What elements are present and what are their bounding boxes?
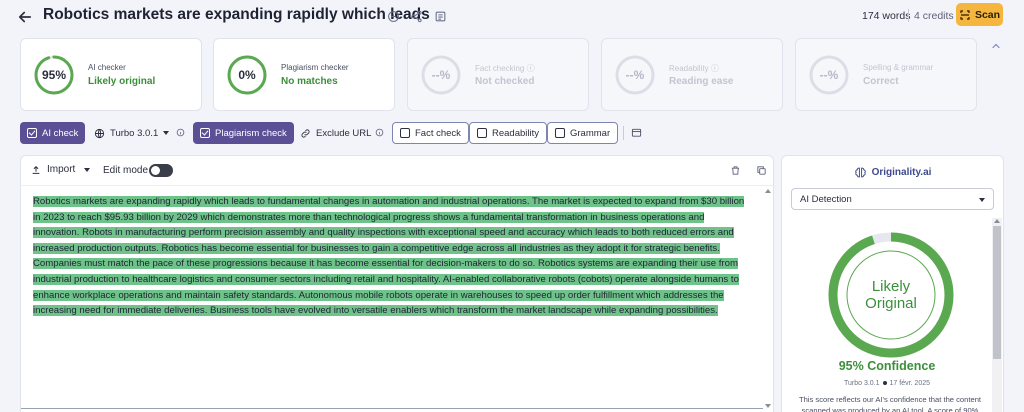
grammar-label: Grammar <box>570 127 611 139</box>
readability-card[interactable]: --% Readability ⓘ Reading ease <box>601 38 783 111</box>
confidence-score: 95% Confidence <box>838 359 936 373</box>
readability-score-value: --% <box>625 68 645 82</box>
checkbox-checked-icon <box>200 128 210 138</box>
document-text[interactable]: Robotics markets are expanding rapidly w… <box>33 194 753 319</box>
checkbox-icon <box>555 128 565 138</box>
import-label: Import <box>47 164 76 175</box>
ai-check-toggle[interactable]: AI check <box>20 122 86 144</box>
brain-icon <box>854 167 866 178</box>
readability-result: Reading ease <box>669 76 734 87</box>
add-circle-icon[interactable] <box>387 10 400 23</box>
scan-button-label: Scan <box>974 8 1001 21</box>
link-off-icon <box>301 128 310 138</box>
spelling-grammar-label: Spelling & grammar <box>863 63 934 72</box>
plagiarism-checker-card[interactable]: 0% Plagiarism checker No matches <box>213 38 395 111</box>
editor-toolbar: Import Edit mode <box>21 156 773 186</box>
upload-icon <box>32 165 40 174</box>
spelling-grammar-result: Correct <box>863 76 899 87</box>
plagiarism-check-toggle[interactable]: Plagiarism check <box>193 122 294 144</box>
plagiarism-check-label: Plagiarism check <box>215 127 287 139</box>
grammar-toggle[interactable]: Grammar <box>547 122 619 144</box>
plagiarism-checker-result: No matches <box>281 76 338 87</box>
ring-label-line1: Likely <box>871 278 911 295</box>
brand: Originality.ai <box>782 166 1003 179</box>
spelling-grammar-card[interactable]: --% Spelling & grammar Correct <box>795 38 977 111</box>
model-selector[interactable]: Turbo 3.0.1 <box>87 122 176 144</box>
document-title: Robotics markets are expanding rapidly w… <box>43 6 430 23</box>
detection-type-select[interactable]: AI Detection <box>791 188 994 210</box>
trash-icon[interactable] <box>730 165 741 176</box>
header: Robotics markets are expanding rapidly w… <box>0 0 1024 34</box>
info-icon: ⓘ <box>710 64 719 73</box>
copy-icon[interactable] <box>756 165 767 176</box>
fact-checking-label-text: Fact checking <box>475 64 525 73</box>
fact-check-toggle[interactable]: Fact check <box>392 122 469 144</box>
fact-score-value: --% <box>431 68 451 82</box>
scroll-up-arrow[interactable] <box>765 189 771 193</box>
divider <box>908 9 909 22</box>
checkbox-icon <box>477 128 487 138</box>
ai-checker-result: Likely original <box>88 76 156 87</box>
fact-checking-result: Not checked <box>475 76 535 87</box>
panel-scrollbar[interactable] <box>992 218 1002 412</box>
checkbox-checked-icon <box>27 128 37 138</box>
editor-scrollbar[interactable] <box>763 186 773 412</box>
ai-checker-card[interactable]: 95% AI checker Likely original <box>20 38 202 111</box>
ai-score-value: 95% <box>41 68 67 82</box>
ai-checker-label: AI checker <box>88 63 126 72</box>
chevron-down-icon <box>979 198 985 202</box>
results-panel: Originality.ai AI Detection Likely Origi… <box>781 155 1004 412</box>
report-icon[interactable] <box>434 10 447 23</box>
editor-divider <box>21 408 763 409</box>
dot-separator <box>882 381 887 386</box>
edit-mode-label: Edit mode <box>103 165 149 176</box>
detection-type-value: AI Detection <box>800 194 852 205</box>
back-arrow-icon[interactable] <box>16 8 34 26</box>
model-version: Turbo 3.0.1 <box>843 380 880 387</box>
info-icon[interactable] <box>375 128 384 137</box>
import-button[interactable]: Import <box>31 164 91 175</box>
chevron-down-icon <box>84 167 91 172</box>
scan-meta: Turbo 3.0.1 17 févr. 2025 <box>782 380 992 387</box>
word-count: 174 words <box>862 10 911 22</box>
scrollbar-thumb[interactable] <box>993 226 1001 359</box>
exclude-url-button[interactable]: Exclude URL <box>293 122 378 144</box>
grammar-score-value: --% <box>819 68 839 82</box>
readability-label-text: Readability <box>669 64 709 73</box>
share-icon[interactable] <box>410 10 423 23</box>
chevron-up-icon[interactable] <box>990 40 1002 52</box>
calendar-icon[interactable] <box>631 127 642 138</box>
exclude-url-label: Exclude URL <box>316 127 372 139</box>
ring-label-line2: Original <box>865 295 917 312</box>
ring-center-label: Likely Original <box>826 230 956 360</box>
ai-check-label: AI check <box>42 127 79 139</box>
scroll-down-arrow[interactable] <box>765 404 771 408</box>
globe-icon <box>94 128 105 138</box>
model-label: Turbo 3.0.1 <box>110 127 159 139</box>
readability-toggle-label: Readability <box>492 127 539 139</box>
divider <box>623 126 624 140</box>
scan-icon <box>960 9 970 20</box>
scan-button[interactable]: Scan <box>956 3 1003 26</box>
chevron-down-icon <box>163 131 170 135</box>
info-icon[interactable] <box>176 128 185 137</box>
checkbox-icon <box>400 128 410 138</box>
scan-date: 17 févr. 2025 <box>889 380 931 387</box>
credit-count: 4 credits <box>914 10 954 22</box>
score-description: This score reflects our AI's confidence … <box>798 395 982 412</box>
plagiarism-score-value: 0% <box>238 68 256 82</box>
text-editor[interactable]: Import Edit mode Robotics markets are ex… <box>20 155 774 412</box>
readability-label: Readability ⓘ <box>669 63 719 74</box>
highlighted-text: Robotics markets are expanding rapidly w… <box>33 196 745 317</box>
fact-checking-card[interactable]: --% Fact checking ⓘ Not checked <box>407 38 589 111</box>
edit-mode-switch[interactable] <box>149 164 173 177</box>
plagiarism-checker-label: Plagiarism checker <box>281 63 349 72</box>
scroll-up-arrow[interactable] <box>994 219 1000 223</box>
readability-toggle[interactable]: Readability <box>469 122 547 144</box>
fact-checking-label: Fact checking ⓘ <box>475 63 535 74</box>
info-icon: ⓘ <box>526 64 535 73</box>
brand-name: Originality.ai <box>871 167 932 178</box>
fact-check-label: Fact check <box>415 127 461 139</box>
